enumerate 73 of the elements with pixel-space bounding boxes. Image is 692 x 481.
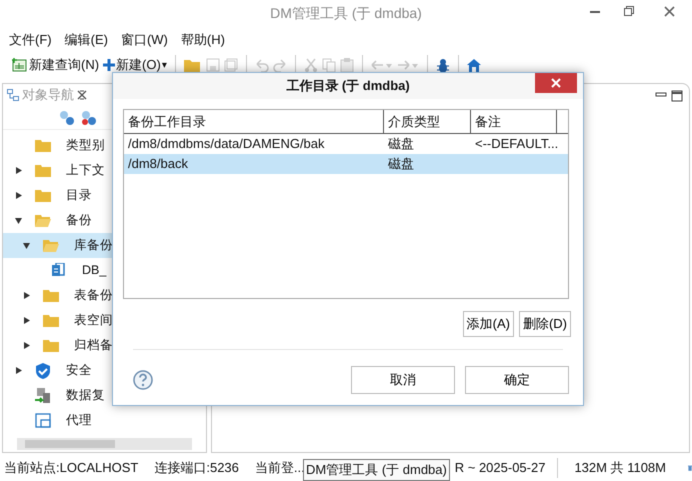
tooltip: DM管理工具 (于 dmdba) [303,459,450,480]
tree-item[interactable]: 表备份 [3,283,206,308]
restore-icon[interactable] [624,6,634,16]
cancel-button[interactable]: 取消 [351,366,455,394]
menu-item[interactable]: 编辑(E) [60,30,116,50]
column-header[interactable]: 备注 [471,110,557,133]
plus-icon [103,59,116,71]
menu-item[interactable]: 窗口(W) [116,30,176,50]
tree-item[interactable]: 安全 [3,358,206,383]
collapsed-arrow-icon[interactable] [14,192,22,199]
close-icon[interactable] [664,6,674,16]
delete-button[interactable]: 删除(D) [518,311,571,336]
tree-icon [7,89,19,101]
shield-icon [35,362,51,378]
close-button[interactable] [535,73,577,93]
window-title: DM管理工具 (于 dmdba) [270,4,422,23]
add-button[interactable]: 添加(A) [462,311,514,336]
table-cell: <--DEFAULT... [475,136,558,152]
table-row[interactable]: /dm8/back 磁盘 [124,154,568,174]
collapsed-arrow-icon[interactable] [22,317,30,324]
folder-icon [35,188,51,204]
collapsed-arrow-icon[interactable] [22,292,30,299]
dialog-title: 工作目录 (于 dmdba) [286,77,410,96]
maximize-icon[interactable] [671,90,683,102]
folder-icon [43,338,59,354]
open-folder-icon [43,238,59,254]
collapsed-arrow-icon[interactable] [14,167,22,174]
table-cell: 磁盘 [388,136,414,152]
status-text: 连接端口:5236 [153,459,239,478]
table-cell: /dm8/back [128,156,188,172]
tree-item[interactable]: DB_ [3,258,206,283]
scroll-thumb[interactable] [25,440,115,448]
new-query-button[interactable]: 新建查询(N) [12,55,100,75]
tree-item[interactable]: 目录 [3,183,206,208]
help-icon[interactable] [133,370,153,390]
disconnect-icon[interactable] [81,110,97,126]
folder-icon [43,288,59,304]
status-text: R ~ 2025-05-27 [454,459,546,478]
folder-icon [35,162,51,178]
new-button[interactable]: 新建(O)▾ [103,55,167,75]
document-icon [51,262,67,278]
table-cell: /dm8/dmdbms/data/DAMENG/bak [128,136,325,152]
scrollbar[interactable] [17,438,192,450]
tree-item[interactable]: 数据复 [3,383,206,408]
memory-usage: 132M 共 1108M [557,458,674,478]
replication-icon [35,388,51,404]
open-folder-icon [35,212,51,228]
close-icon[interactable] [77,90,87,100]
table-row[interactable]: /dm8/dmdbms/data/DAMENG/bak 磁盘 <--DEFAULT... [124,134,568,154]
expanded-arrow-icon[interactable] [22,242,30,249]
tree-item[interactable]: 备份 [3,208,206,233]
ok-button[interactable]: 确定 [465,366,569,394]
tree-item[interactable]: 归档备 [3,333,206,358]
expanded-arrow-icon[interactable] [14,217,22,224]
status-text: 当前站点:LOCALHOST [3,459,138,478]
menu-item[interactable]: 帮助(H) [176,30,233,50]
collapsed-arrow-icon[interactable] [22,342,30,349]
menu-item[interactable]: 文件(F) [4,30,60,50]
bug-icon[interactable] [436,58,450,72]
caret-icon[interactable]: ▾ [162,58,167,72]
home-icon[interactable] [466,58,481,72]
column-header[interactable]: 备份工作目录 [124,110,384,133]
folder-icon [35,138,51,154]
folder-icon [43,312,59,328]
table-cell: 磁盘 [388,156,414,172]
connect-icon[interactable] [59,110,75,126]
column-header[interactable]: 介质类型 [384,110,471,133]
window-icon [35,412,51,428]
tree-item[interactable]: 表空间 [3,308,206,333]
query-icon [12,58,28,72]
collapsed-arrow-icon[interactable] [14,367,22,374]
tree-item[interactable]: 代理 [3,408,206,433]
close-icon [551,78,561,88]
